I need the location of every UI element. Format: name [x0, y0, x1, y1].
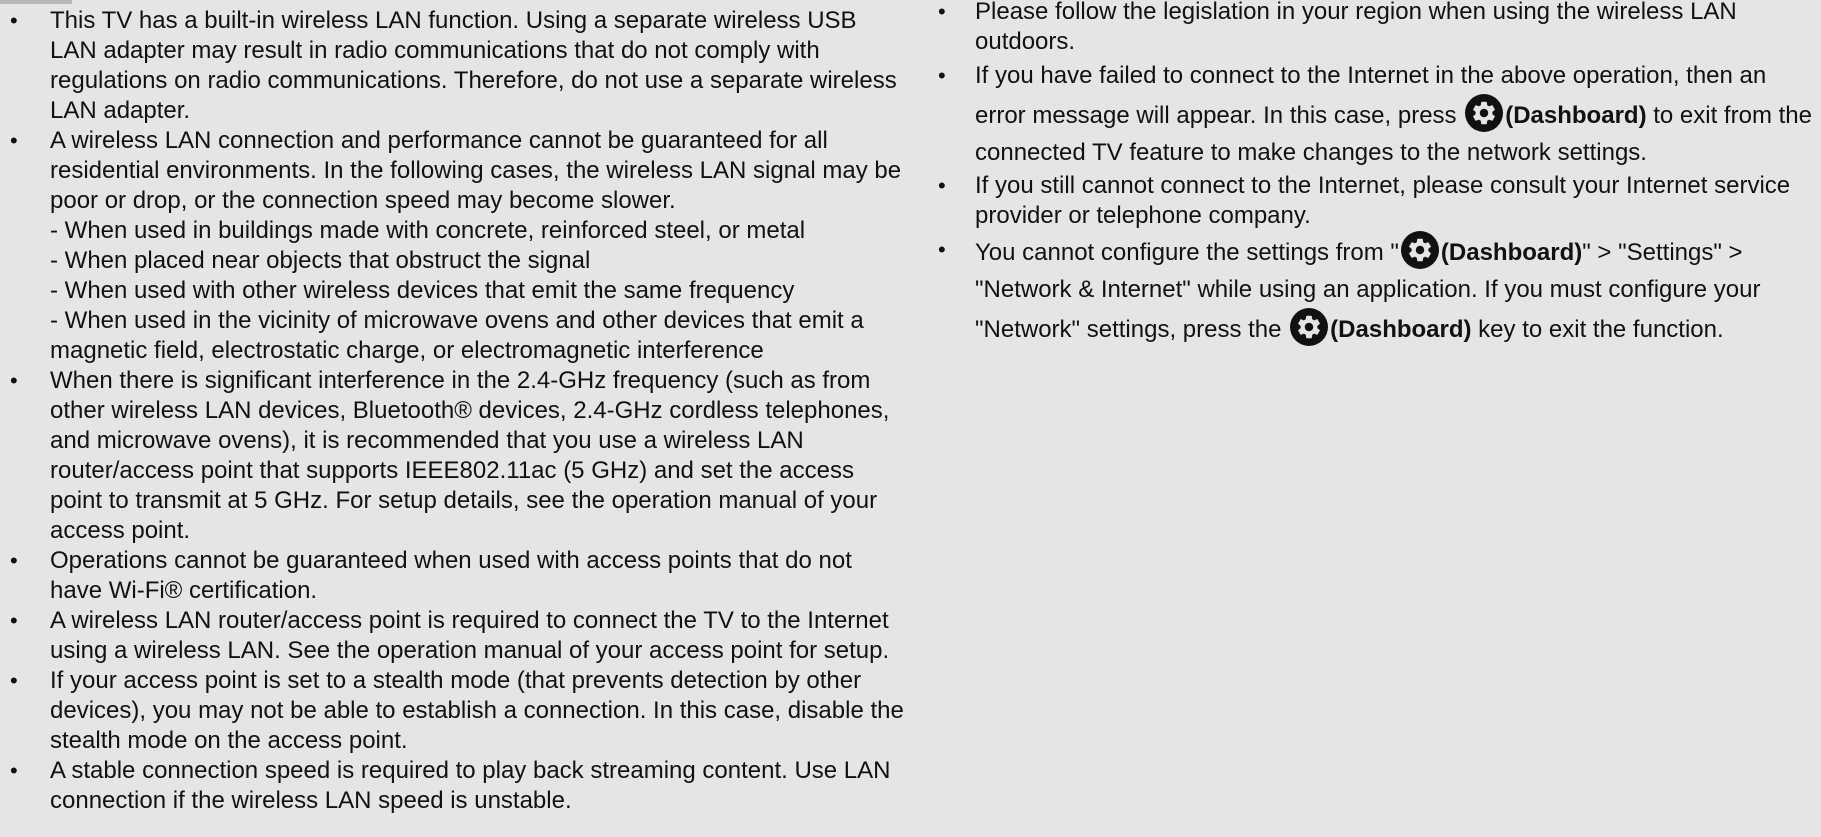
list-item: If you have failed to connect to the Int… — [933, 57, 1821, 171]
gear-icon — [1400, 231, 1439, 269]
gear-icon — [1290, 308, 1329, 346]
case-line: - When used in the vicinity of microwave… — [50, 307, 864, 364]
list-item-text: This TV has a built-in wireless LAN func… — [50, 7, 897, 124]
list-item: If your access point is set to a stealth… — [0, 666, 905, 756]
list-item-text: Please follow the legislation in your re… — [975, 0, 1737, 55]
dashboard-label: (Dashboard) — [1440, 239, 1583, 266]
list-item: If you still cannot connect to the Inter… — [933, 171, 1821, 231]
gear-icon — [1465, 94, 1504, 132]
list-item: Operations cannot be guaranteed when use… — [0, 546, 905, 606]
list-item-text: You cannot configure the settings from " — [975, 239, 1399, 266]
right-column: Please follow the legislation in your re… — [933, 0, 1821, 348]
list-item-text: Operations cannot be guaranteed when use… — [50, 547, 852, 604]
list-item: You cannot configure the settings from "… — [933, 231, 1821, 348]
left-bullet-list: This TV has a built-in wireless LAN func… — [0, 6, 905, 816]
list-item: Please follow the legislation in your re… — [933, 0, 1821, 57]
list-item: A stable connection speed is required to… — [0, 756, 905, 816]
case-line: - When placed near objects that obstruct… — [50, 247, 591, 274]
list-item-text: A wireless LAN router/access point is re… — [50, 607, 890, 664]
list-item-text: A wireless LAN connection and performanc… — [50, 127, 902, 214]
list-item: A wireless LAN connection and performanc… — [0, 126, 905, 366]
dashboard-label: (Dashboard) — [1505, 102, 1647, 129]
case-line: - When used in buildings made with concr… — [50, 217, 806, 244]
case-line: - When used with other wireless devices … — [50, 277, 795, 304]
list-item-text: If your access point is set to a stealth… — [50, 667, 904, 754]
left-column: This TV has a built-in wireless LAN func… — [0, 6, 905, 816]
list-item: When there is significant interference i… — [0, 366, 905, 546]
list-item: This TV has a built-in wireless LAN func… — [0, 6, 905, 126]
list-item-text: key to exit the function. — [1471, 316, 1724, 343]
list-item: A wireless LAN router/access point is re… — [0, 606, 905, 666]
page-tab-marker — [0, 0, 72, 4]
list-item-text: When there is significant interference i… — [50, 367, 890, 544]
dashboard-label: (Dashboard) — [1330, 316, 1472, 343]
right-bullet-list: Please follow the legislation in your re… — [933, 0, 1821, 348]
list-item-text: If you still cannot connect to the Inter… — [975, 172, 1791, 229]
list-item-text: A stable connection speed is required to… — [50, 757, 891, 814]
